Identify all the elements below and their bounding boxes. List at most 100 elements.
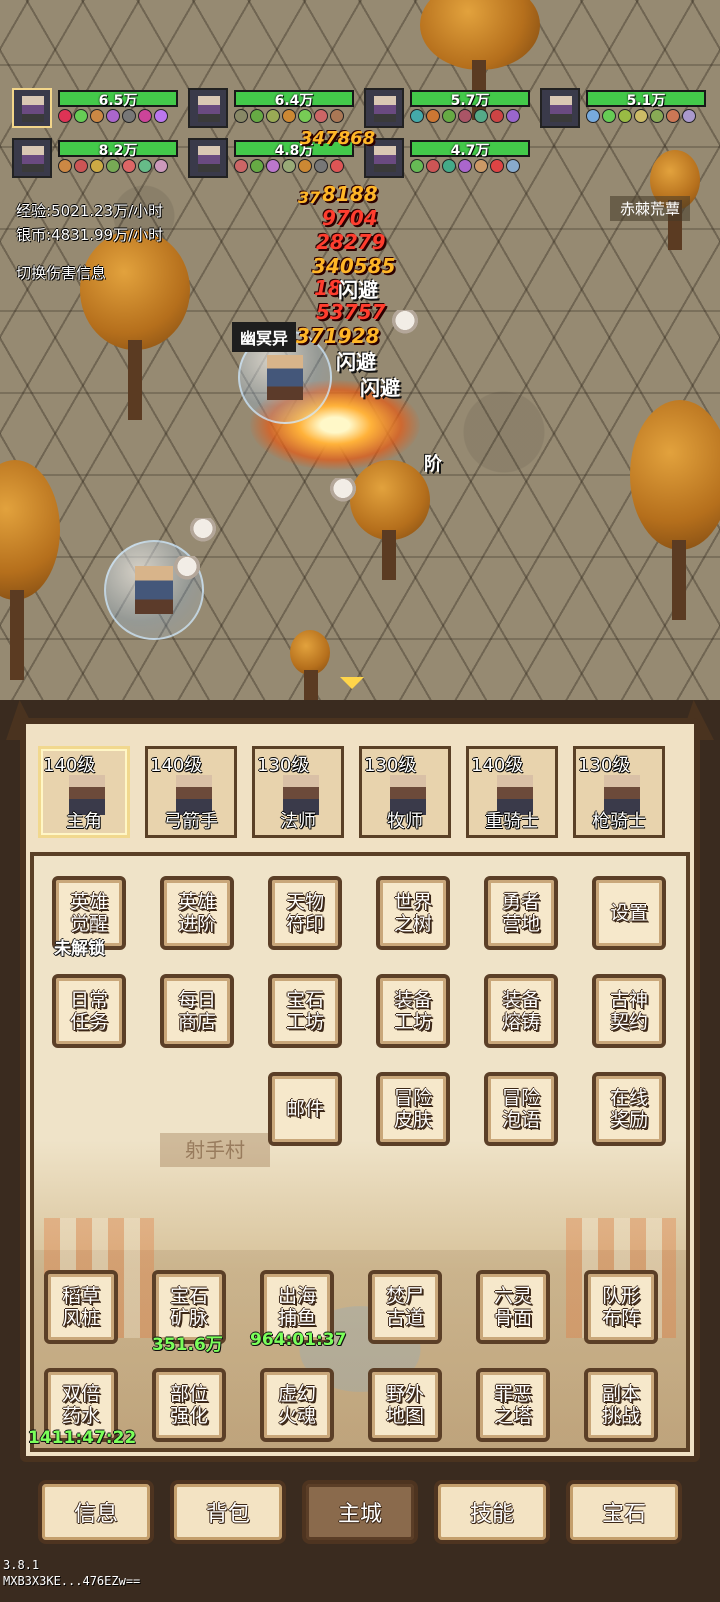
corpse-road-button[interactable]: 焚尸 古道 [368, 1270, 442, 1344]
celestial-seal-button[interactable]: 天物 符印 [268, 876, 342, 950]
exp-rate: 经验:5021.23万/小时 [16, 202, 164, 220]
battlefield[interactable]: 6.5万 6.4万 5.7万 5.1万 8.2万 4.8万 4.7万 经验:50… [0, 0, 720, 720]
hero-portrait[interactable] [364, 88, 404, 128]
hero-class: 主角 [66, 811, 102, 832]
straw-dummy-button[interactable]: 稻草 风桩 [44, 1270, 118, 1344]
hero-advance-button[interactable]: 英雄 进阶 [160, 876, 234, 950]
gem-workshop-button[interactable]: 宝石 工坊 [268, 974, 342, 1048]
skill-icons [586, 109, 696, 123]
damage-number: 28279 [316, 230, 386, 254]
power-bar: 5.1万 [586, 90, 706, 109]
skull-mask-enemy[interactable] [174, 556, 200, 586]
power-value: 8.2万 [98, 143, 138, 159]
daily-quests-button[interactable]: 日常 任务 [52, 974, 126, 1048]
power-value: 4.7万 [450, 143, 490, 159]
dungeon-challenge-button[interactable]: 副本 挑战 [584, 1368, 658, 1442]
nav-skills-tab[interactable]: 技能 [434, 1480, 550, 1544]
power-bar: 6.4万 [234, 90, 354, 109]
hero-camp-button[interactable]: 勇者 营地 [484, 876, 558, 950]
skull-mask-enemy[interactable] [190, 518, 216, 548]
hero-class: 法师 [280, 811, 316, 832]
power-bar: 5.7万 [410, 90, 530, 109]
dodge-text: 闪避 [338, 278, 378, 302]
adventure-skin-button[interactable]: 冒险 皮肤 [376, 1072, 450, 1146]
hero-level: 140级 [43, 755, 96, 776]
hero-class: 牧师 [387, 811, 423, 832]
hero-level: 130级 [578, 755, 631, 776]
skill-icons [410, 159, 520, 173]
hero-tab-heavy-knight[interactable]: 140级 重骑士 [466, 746, 558, 838]
hero-level: 130级 [257, 755, 310, 776]
menu-grid-background: 射手村 [30, 852, 690, 1452]
mail-button[interactable]: 邮件 [268, 1072, 342, 1146]
village-sign: 射手村 [160, 1133, 270, 1167]
version-label: 3.8.1 [3, 1558, 40, 1572]
tree-decoration [80, 230, 190, 420]
skill-icons [234, 159, 344, 173]
part-enhance-button[interactable]: 部位 强化 [152, 1368, 226, 1442]
rank-glyph: 阶 [424, 454, 442, 475]
skull-mask-enemy[interactable] [392, 310, 418, 340]
six-spirit-mask-button[interactable]: 六灵 骨面 [476, 1270, 550, 1344]
world-tree-button[interactable]: 世界 之树 [376, 876, 450, 950]
toggle-damage-info-button[interactable]: 切换伤害信息 [16, 262, 106, 283]
hero-tab-mage[interactable]: 130级 法师 [252, 746, 344, 838]
skill-icons [58, 159, 168, 173]
power-value: 5.1万 [626, 93, 666, 109]
equipment-workshop-button[interactable]: 装备 工坊 [376, 974, 450, 1048]
dodge-text: 闪避 [336, 350, 376, 374]
settings-button[interactable]: 设置 [592, 876, 666, 950]
illusory-fire-soul-button[interactable]: 虚幻 火魂 [260, 1368, 334, 1442]
skill-icons [410, 109, 520, 123]
party-hero-card[interactable]: 5.1万 [540, 88, 708, 130]
hero-tab-archer[interactable]: 140级 弓箭手 [145, 746, 237, 838]
hero-tab-priest[interactable]: 130级 牧师 [359, 746, 451, 838]
hero-level: 130级 [364, 755, 417, 776]
daily-shop-button[interactable]: 每日 商店 [160, 974, 234, 1048]
nav-main-city-tab[interactable]: 主城 [302, 1480, 418, 1544]
party-hero-card[interactable]: 6.5万 [12, 88, 180, 130]
hero-class: 重骑士 [485, 811, 539, 832]
skull-mask-enemy[interactable] [330, 478, 356, 508]
nav-gems-tab[interactable]: 宝石 [566, 1480, 682, 1544]
hero-class: 枪骑士 [592, 811, 646, 832]
damage-number: 9704 [322, 206, 378, 230]
damage-number: 347868 [300, 128, 376, 149]
tower-of-sin-button[interactable]: 罪恶 之塔 [476, 1368, 550, 1442]
skill-icons [58, 109, 168, 123]
party-hero-card[interactable]: 4.7万 [364, 138, 532, 180]
power-bar: 4.7万 [410, 140, 530, 159]
adventure-bubble-button[interactable]: 冒险 泡语 [484, 1072, 558, 1146]
field-map-button[interactable]: 野外 地图 [368, 1368, 442, 1442]
ancient-god-pact-button[interactable]: 古神 契约 [592, 974, 666, 1048]
damage-number: 53757 [316, 300, 386, 324]
hero-portrait[interactable] [540, 88, 580, 128]
hero-portrait[interactable] [188, 138, 228, 178]
online-reward-button[interactable]: 在线 奖励 [592, 1072, 666, 1146]
power-value: 6.5万 [98, 93, 138, 109]
nav-backpack-tab[interactable]: 背包 [170, 1480, 286, 1544]
power-value: 6.4万 [274, 93, 314, 109]
skill-icons [234, 109, 344, 123]
tree-decoration [0, 460, 60, 680]
hero-portrait[interactable] [188, 88, 228, 128]
power-bar: 6.5万 [58, 90, 178, 109]
equipment-forge-button[interactable]: 装备 熔铸 [484, 974, 558, 1048]
hero-tab-protagonist[interactable]: 140级 主角 [38, 746, 130, 838]
tree-decoration [290, 630, 330, 700]
scroll-indicator-arrow [340, 677, 364, 689]
party-hero-card[interactable]: 6.4万 [188, 88, 356, 130]
party-hero-card[interactable]: 5.7万 [364, 88, 532, 130]
fishing-timer: 964:01:37 [250, 1330, 347, 1350]
boss-name-tag: 幽冥异 [232, 322, 297, 352]
damage-number: 37 [298, 188, 321, 207]
double-potion-timer: 1411:47:22 [28, 1428, 137, 1448]
formation-button[interactable]: 队形 布阵 [584, 1270, 658, 1344]
nav-info-tab[interactable]: 信息 [38, 1480, 154, 1544]
hero-portrait[interactable] [12, 138, 52, 178]
hero-tab-lancer[interactable]: 130级 枪骑士 [573, 746, 665, 838]
hero-portrait[interactable] [12, 88, 52, 128]
damage-number: 8188 [322, 182, 378, 206]
party-hero-card[interactable]: 8.2万 [12, 138, 180, 180]
hero-class: 弓箭手 [164, 811, 218, 832]
